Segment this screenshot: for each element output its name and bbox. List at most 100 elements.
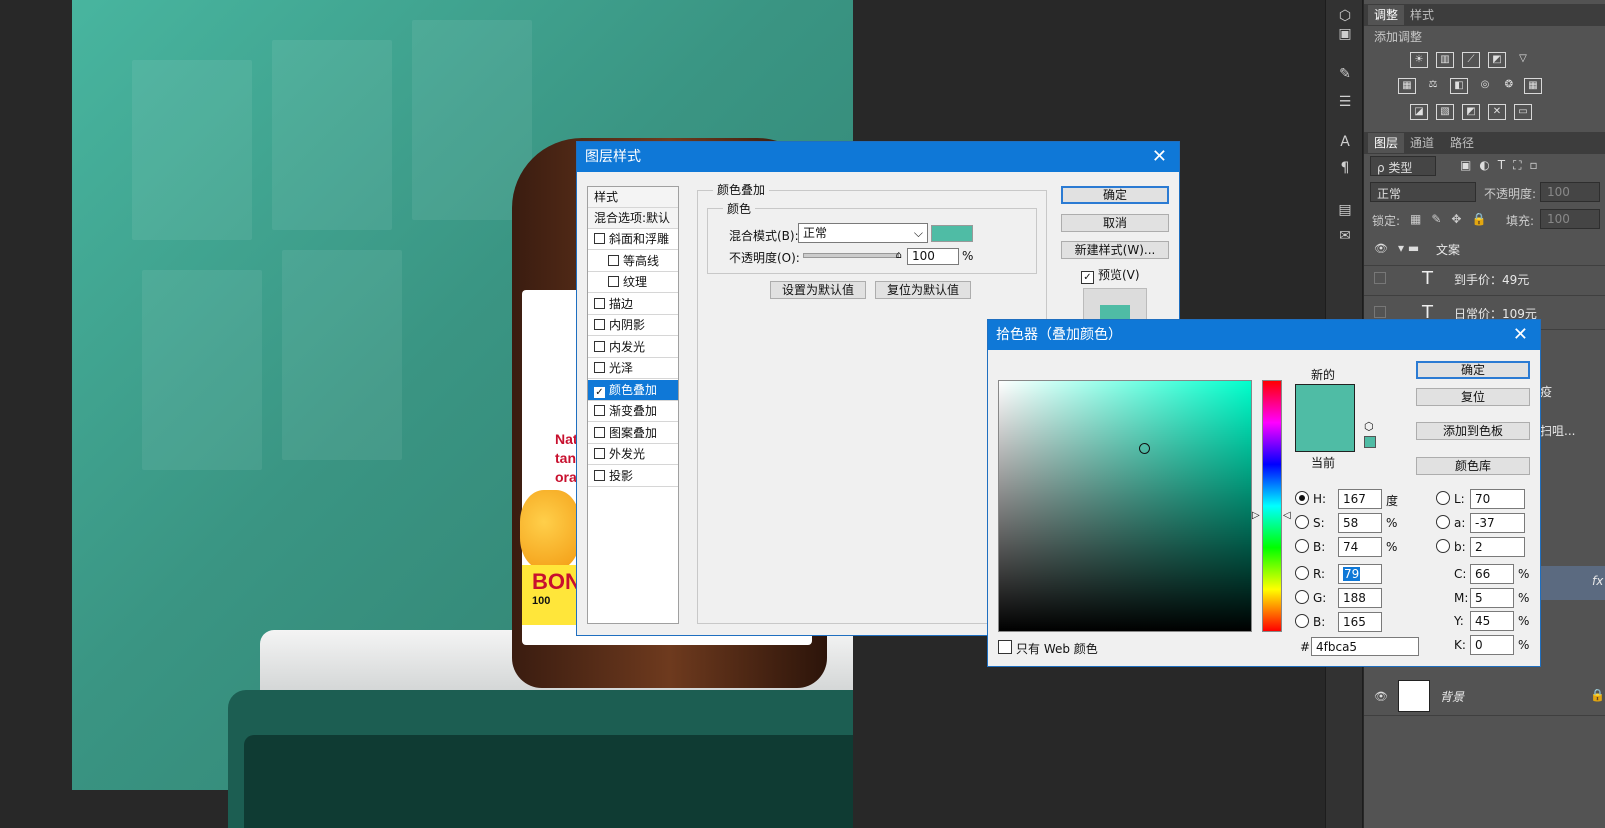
checkbox-icon[interactable]	[608, 254, 619, 266]
hue-right-arrow-icon[interactable]: ◁	[1283, 510, 1291, 521]
lab-input[interactable]: 2	[1470, 537, 1525, 557]
hsb-input[interactable]: 58	[1338, 513, 1382, 533]
rgb-input[interactable]: 165	[1338, 612, 1382, 632]
paragraph-icon[interactable]: ¶	[1334, 158, 1356, 178]
layer-filter-select[interactable]: ρ 类型	[1370, 156, 1436, 176]
saturation-brightness-field[interactable]	[998, 380, 1252, 632]
brush-settings-icon[interactable]: ✎	[1334, 64, 1356, 84]
checkbox-icon[interactable]	[594, 340, 605, 352]
threshold-icon[interactable]: ◩	[1462, 104, 1480, 120]
style-item-10[interactable]: 外发光	[588, 444, 678, 465]
radio-rgb-2[interactable]	[1295, 614, 1309, 628]
checkbox-icon[interactable]	[594, 233, 605, 244]
style-item-7[interactable]: ✓ 颜色叠加	[588, 379, 678, 401]
selective-color-icon[interactable]: ✕	[1488, 104, 1506, 120]
checkbox-icon[interactable]	[594, 469, 605, 481]
radio-rgb-0[interactable]	[1295, 566, 1309, 580]
tab-paths[interactable]: 路径	[1444, 133, 1480, 153]
rgb-input[interactable]: 188	[1338, 588, 1382, 608]
checkbox-icon[interactable]	[594, 362, 605, 373]
check-icon[interactable]: ✓	[1081, 271, 1094, 284]
style-item-1[interactable]: 等高线	[588, 251, 678, 272]
sliders-icon[interactable]: ☰	[1334, 92, 1356, 112]
lab-input[interactable]: -37	[1470, 513, 1525, 533]
radio-lab-2[interactable]	[1436, 539, 1450, 553]
character-icon[interactable]: A	[1334, 132, 1356, 152]
balance-icon[interactable]: ⚖	[1424, 78, 1442, 94]
hue-icon[interactable]: ▦	[1398, 78, 1416, 94]
tab-channels[interactable]: 通道	[1404, 133, 1440, 153]
style-item-8[interactable]: 渐变叠加	[588, 401, 678, 422]
set-default-button[interactable]: 设置为默认值	[770, 281, 866, 299]
radio-hsb-0[interactable]	[1295, 491, 1309, 505]
style-item-4[interactable]: 内阴影	[588, 315, 678, 336]
checkbox-box[interactable]	[998, 640, 1012, 654]
gamut-cube-icon[interactable]: ⬡	[1364, 420, 1374, 433]
blend-mode-select[interactable]: 正常 ⌵	[798, 223, 928, 243]
layer-row[interactable]: 👁 ▾ ▬ 文案	[1364, 232, 1605, 266]
style-item-11[interactable]: 投影	[588, 466, 678, 487]
vibrance-icon[interactable]: ▽	[1514, 52, 1532, 68]
curves-icon[interactable]: ⟋	[1462, 52, 1480, 68]
rgb-input[interactable]: 79	[1338, 564, 1382, 584]
tab-layers[interactable]: 图层	[1368, 133, 1405, 153]
visibility-box[interactable]	[1374, 306, 1386, 318]
lookup-icon[interactable]: ▦	[1524, 78, 1542, 94]
eye-icon[interactable]: 👁	[1374, 242, 1388, 255]
hsb-input[interactable]: 74	[1338, 537, 1382, 557]
exposure-icon[interactable]: ◩	[1488, 52, 1506, 68]
current-color-swatch[interactable]	[1296, 418, 1354, 451]
radio-lab-0[interactable]	[1436, 491, 1450, 505]
blend-mode-select[interactable]: 正常	[1370, 182, 1476, 202]
lab-input[interactable]: 70	[1470, 489, 1525, 509]
style-item-2[interactable]: 纹理	[588, 272, 678, 293]
cmyk-input[interactable]: 5	[1470, 587, 1514, 608]
style-item-0[interactable]: 斜面和浮雕	[588, 229, 678, 250]
cancel-button[interactable]: 取消	[1061, 214, 1169, 232]
lock-icons[interactable]: ▦✎✥🔒	[1410, 212, 1496, 226]
close-icon[interactable]: ✕	[1152, 142, 1167, 172]
posterize-icon[interactable]: ▧	[1436, 104, 1454, 120]
fill-input[interactable]: 100	[1540, 209, 1600, 229]
cmyk-input[interactable]: 0	[1470, 634, 1514, 655]
style-item-9[interactable]: 图案叠加	[588, 423, 678, 444]
opacity-input[interactable]: 100	[907, 248, 959, 265]
hex-input[interactable]: 4fbca5	[1311, 637, 1419, 656]
bw-icon[interactable]: ◧	[1450, 78, 1468, 94]
style-item-3[interactable]: 描边	[588, 294, 678, 315]
tab-adjustments[interactable]: 调整	[1368, 5, 1405, 25]
preview-checkbox[interactable]: ✓ 预览(V)	[1081, 266, 1140, 284]
filter-icons[interactable]: ▣◐T⛶▫	[1460, 158, 1546, 173]
layer-row[interactable]: 👁 背景 🔒	[1364, 676, 1605, 716]
radio-rgb-1[interactable]	[1295, 590, 1309, 604]
overlay-color-swatch[interactable]	[931, 225, 973, 242]
color-cursor[interactable]	[1139, 443, 1150, 454]
styles-header[interactable]: 样式	[588, 187, 678, 208]
checkbox-icon[interactable]	[594, 448, 605, 459]
tab-styles[interactable]: 样式	[1404, 5, 1440, 25]
new-style-button[interactable]: 新建样式(W)...	[1061, 241, 1169, 259]
cmyk-input[interactable]: 66	[1470, 564, 1514, 584]
photo-filter-icon[interactable]: ◎	[1476, 78, 1494, 94]
3d-icon[interactable]: ▣	[1334, 24, 1356, 44]
hsb-input[interactable]: 167	[1338, 489, 1382, 509]
hue-slider[interactable]	[1262, 380, 1282, 632]
invert-icon[interactable]: ◪	[1410, 104, 1428, 120]
levels-icon[interactable]: ▥	[1436, 52, 1454, 68]
hue-left-arrow-icon[interactable]: ▷	[1252, 510, 1260, 521]
checkbox-icon[interactable]	[594, 405, 605, 416]
checkbox-icon[interactable]	[594, 426, 605, 438]
close-icon[interactable]: ✕	[1513, 320, 1528, 350]
checkbox-icon[interactable]	[608, 276, 619, 287]
web-safe-swatch[interactable]	[1364, 436, 1376, 448]
blend-options-item[interactable]: 混合选项:默认	[588, 208, 678, 229]
radio-hsb-2[interactable]	[1295, 539, 1309, 553]
checkbox-icon[interactable]	[594, 319, 605, 330]
picker-ok-button[interactable]: 确定	[1416, 361, 1530, 379]
checkbox-icon[interactable]: ✓	[594, 386, 605, 398]
fx-icon[interactable]: fx	[1592, 574, 1603, 588]
layer-row[interactable]: T 到手价：49元	[1364, 262, 1605, 296]
reset-default-button[interactable]: 复位为默认值	[875, 281, 971, 299]
radio-hsb-1[interactable]	[1295, 515, 1309, 529]
cube-icon[interactable]: ⬡	[1334, 6, 1356, 26]
